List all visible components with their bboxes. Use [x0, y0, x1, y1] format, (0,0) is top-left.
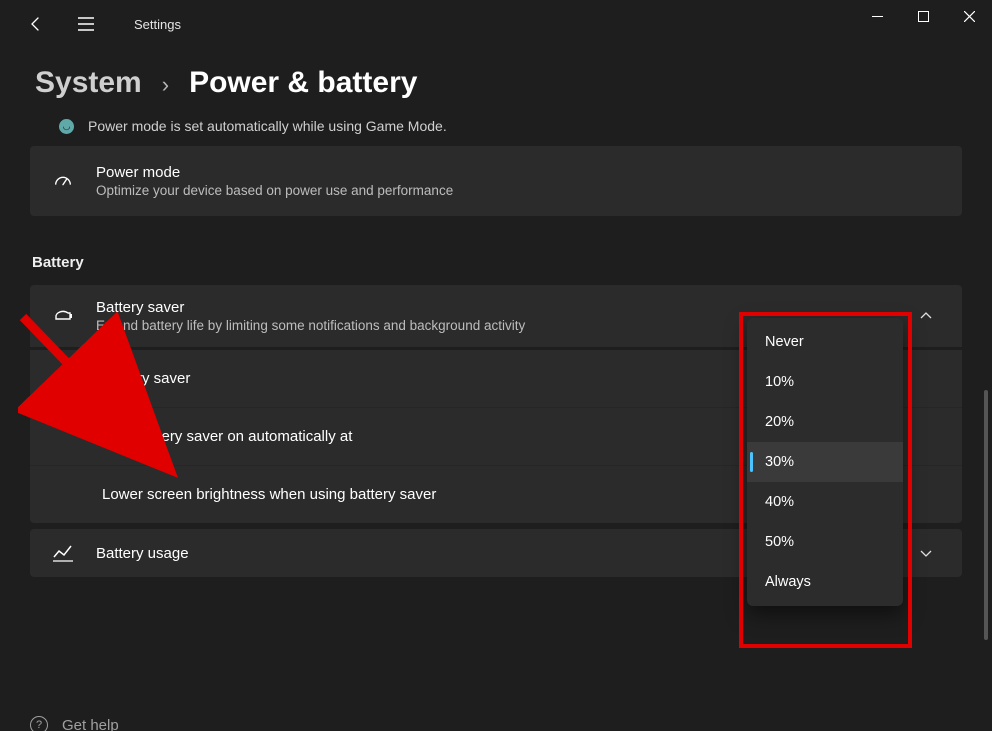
maximize-icon [918, 11, 929, 22]
gamepad-icon: ◡ [59, 119, 74, 134]
help-icon: ? [30, 716, 48, 731]
app-title: Settings [134, 17, 181, 32]
power-mode-desc: Optimize your device based on power use … [96, 183, 940, 198]
scrollbar[interactable] [984, 390, 988, 640]
game-mode-info: ◡ Power mode is set automatically while … [56, 118, 992, 134]
dropdown-option[interactable]: 10% [747, 362, 903, 402]
chevron-up-icon [919, 309, 933, 323]
close-icon [964, 11, 975, 22]
battery-saver-icon [52, 307, 88, 325]
power-mode-title: Power mode [96, 164, 940, 181]
chevron-down-icon [919, 546, 933, 560]
nav-menu-button[interactable] [70, 8, 102, 40]
dropdown-option[interactable]: Always [747, 562, 903, 602]
speedometer-icon [52, 170, 88, 192]
dropdown-option[interactable]: Never [747, 322, 903, 362]
threshold-dropdown[interactable]: Never10%20%30%40%50%Always [747, 318, 903, 606]
battery-saver-title: Battery saver [96, 299, 904, 316]
dropdown-option[interactable]: 50% [747, 522, 903, 562]
get-help-label: Get help [62, 717, 119, 731]
breadcrumb-level-system[interactable]: System [35, 66, 142, 100]
get-help-link[interactable]: ? Get help [30, 716, 119, 731]
battery-saver-toggle-label: Battery saver [102, 370, 190, 387]
dropdown-option[interactable]: 40% [747, 482, 903, 522]
maximize-button[interactable] [900, 0, 946, 32]
hamburger-icon [78, 17, 94, 31]
arrow-left-icon [28, 16, 44, 32]
back-button[interactable] [20, 8, 52, 40]
auto-on-label: Turn battery saver on automatically at [102, 428, 352, 445]
dropdown-option[interactable]: 20% [747, 402, 903, 442]
breadcrumb-level-current: Power & battery [189, 66, 417, 100]
minimize-icon [872, 11, 883, 22]
minimize-button[interactable] [854, 0, 900, 32]
breadcrumb: System › Power & battery [0, 48, 992, 106]
titlebar: Settings [0, 0, 992, 48]
window-controls [854, 0, 992, 40]
power-mode-row[interactable]: Power mode Optimize your device based on… [30, 146, 962, 216]
info-text: Power mode is set automatically while us… [88, 118, 447, 134]
battery-section-header: Battery [32, 254, 962, 271]
dropdown-option[interactable]: 30% [747, 442, 903, 482]
lower-brightness-label: Lower screen brightness when using batte… [102, 486, 436, 503]
expand-button[interactable] [912, 309, 940, 323]
close-button[interactable] [946, 0, 992, 32]
breadcrumb-separator: › [162, 72, 169, 98]
chart-icon [52, 543, 88, 563]
expand-button-usage[interactable] [912, 546, 940, 560]
